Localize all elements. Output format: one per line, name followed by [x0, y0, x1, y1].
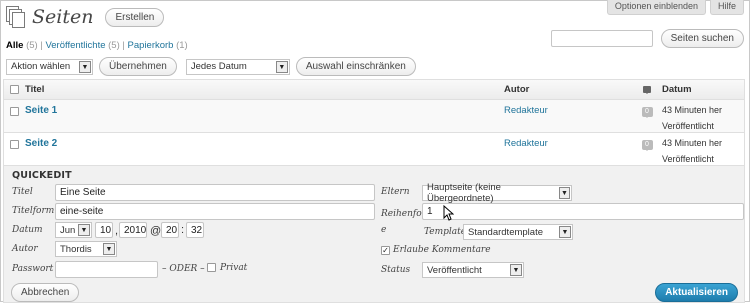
row-checkbox[interactable] [10, 140, 19, 149]
title-input[interactable]: Eine Seite [55, 184, 375, 201]
title-label: Titel [12, 187, 33, 197]
status-filter-links: Alle (5) | Veröffentlichte (5) | Papierk… [6, 40, 188, 51]
template-select[interactable]: Standardtemplate ▼ [463, 224, 573, 240]
chevron-down-icon: ▼ [510, 264, 522, 276]
chevron-down-icon: ▼ [559, 226, 571, 238]
chevron-down-icon: ▼ [79, 60, 91, 73]
filter-button[interactable]: Auswahl einschränken [295, 57, 416, 76]
search-button[interactable]: Seiten suchen [660, 29, 744, 48]
pages-table: Titel Autor Datum Seite 1 Redakteur 0 43… [3, 79, 745, 303]
allow-comments-label: Erlaube Kommentare [393, 245, 491, 255]
quickedit-heading: QUICKEDIT [12, 170, 72, 181]
chevron-down-icon: ▼ [275, 60, 288, 73]
minute-input[interactable]: 32 [186, 222, 204, 238]
author-link[interactable]: Redakteur [504, 104, 548, 116]
select-all-checkbox[interactable] [10, 85, 19, 94]
row-checkbox[interactable] [10, 107, 19, 116]
date-filter-select[interactable]: Jedes Datum ▼ [185, 58, 290, 75]
hour-input[interactable]: 20 [161, 222, 179, 238]
table-header: Titel Autor Datum [4, 80, 744, 100]
private-label: Privat [220, 263, 248, 273]
password-input[interactable] [55, 261, 158, 278]
bulk-action-select[interactable]: Aktion wählen ▼ [6, 58, 93, 75]
order-input[interactable]: 1 [422, 203, 744, 220]
comment-count-icon[interactable]: 0 [641, 107, 653, 118]
column-date[interactable]: Datum [660, 84, 744, 95]
allow-comments-checkbox[interactable]: ✓ [381, 246, 390, 255]
screen-meta-tabs: Optionen einblenden Hilfe [606, 0, 744, 15]
add-new-button[interactable]: Erstellen [105, 7, 165, 27]
page-title-link[interactable]: Seite 2 [25, 138, 57, 149]
filter-trash[interactable]: Papierkorb (1) [128, 40, 188, 51]
chevron-down-icon: ▼ [558, 187, 570, 199]
page-header: Seiten Erstellen [6, 6, 165, 28]
comment-count-icon[interactable]: 0 [641, 140, 653, 151]
table-row: Seite 2 Redakteur 0 43 Minuten her Veröff… [4, 133, 744, 166]
chevron-down-icon: ▼ [78, 224, 90, 236]
mouse-cursor-icon [443, 205, 454, 221]
pages-icon [6, 6, 26, 28]
page-title-link[interactable]: Seite 1 [25, 105, 57, 116]
table-row: Seite 1 Redakteur 0 43 Minuten her Veröff… [4, 100, 744, 133]
search-input[interactable] [550, 30, 653, 47]
bulk-actions-bar: Aktion wählen ▼ Übernehmen Jedes Datum ▼ A… [6, 57, 416, 76]
date-cell: 43 Minuten her Veröffentlicht [662, 105, 723, 131]
chevron-down-icon: ▼ [103, 243, 115, 255]
date-cell: 43 Minuten her Veröffentlicht [662, 138, 723, 164]
parent-label: Eltern [381, 187, 410, 197]
author-label: Autor [12, 244, 38, 254]
slug-label: Titelform [12, 206, 55, 216]
private-checkbox[interactable] [207, 263, 216, 272]
cancel-button[interactable]: Abbrechen [11, 283, 80, 302]
column-title[interactable]: Titel [25, 84, 504, 95]
filter-published[interactable]: Veröffentlichte (5) [45, 40, 119, 51]
password-label: Passwort [12, 264, 54, 274]
parent-select[interactable]: Hauptseite (keine Übergeordnete) ▼ [422, 182, 572, 204]
date-label: Datum [12, 225, 43, 235]
template-label: Template [424, 227, 467, 237]
update-button[interactable]: Aktualisieren [655, 283, 738, 302]
apply-button[interactable]: Übernehmen [99, 57, 177, 76]
page-title: Seiten [32, 6, 94, 28]
slug-input[interactable]: eine-seite [55, 203, 375, 220]
author-link[interactable]: Redakteur [504, 137, 548, 149]
year-input[interactable]: 2010 [119, 222, 147, 238]
column-author: Autor [504, 84, 530, 95]
screen-options-tab[interactable]: Optionen einblenden [606, 0, 706, 15]
filter-all[interactable]: Alle (5) [6, 40, 38, 51]
search-box: Seiten suchen [550, 29, 744, 48]
or-label: – ODER – [162, 264, 205, 274]
help-tab[interactable]: Hilfe [709, 0, 744, 15]
day-input[interactable]: 10 [95, 222, 113, 238]
month-select[interactable]: Jun ▼ [55, 222, 92, 238]
status-label: Status [381, 265, 411, 275]
status-select[interactable]: Veröffentlicht ▼ [422, 262, 524, 278]
comments-icon [643, 86, 651, 94]
quickedit-panel: QUICKEDIT Titel Eine Seite Titelform ein… [4, 166, 744, 302]
author-select[interactable]: Thordis ▼ [55, 241, 117, 257]
